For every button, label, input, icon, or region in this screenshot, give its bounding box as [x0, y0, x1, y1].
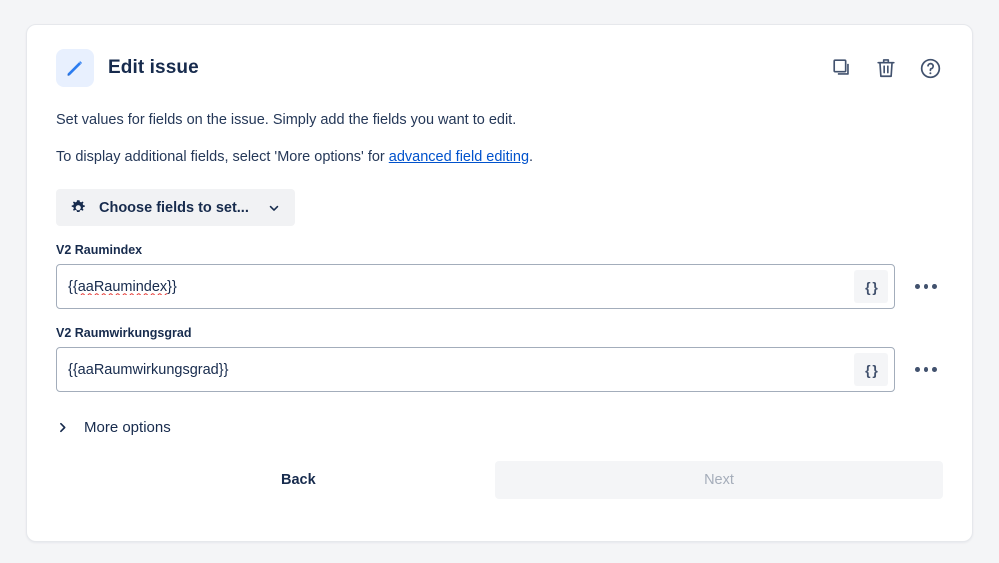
- raumwirkungsgrad-input-wrap[interactable]: {{aaRaumwirkungsgrad}} { }: [56, 347, 895, 393]
- value-spellchecked: aaRaumindex: [77, 278, 168, 295]
- card-header: Edit issue: [56, 25, 943, 91]
- header-actions: [829, 55, 943, 81]
- raumindex-input-wrap[interactable]: {{aaRaumindex}} { }: [56, 264, 895, 310]
- page-title: Edit issue: [108, 57, 199, 78]
- back-button[interactable]: Back: [261, 460, 336, 500]
- app-background: Edit issue Set values for fields on the …: [0, 0, 999, 563]
- ellipsis-dot: [923, 284, 929, 290]
- ellipsis-dot: [923, 367, 929, 373]
- chevron-down-icon: [267, 201, 281, 215]
- choose-fields-label: Choose fields to set...: [99, 199, 249, 216]
- advanced-field-editing-link[interactable]: advanced field editing: [389, 149, 529, 165]
- description-line-2: To display additional fields, select 'Mo…: [56, 148, 943, 168]
- description-line-1: Set values for fields on the issue. Simp…: [56, 112, 517, 128]
- card-footer: Back Next: [56, 460, 943, 500]
- field-raumwirkungsgrad: V2 Raumwirkungsgrad {{aaRaumwirkungsgrad…: [56, 326, 943, 393]
- ellipsis-dot: [915, 284, 920, 290]
- field-row: {{aaRaumindex}} { }: [56, 264, 943, 310]
- help-icon[interactable]: [917, 55, 943, 81]
- description-line-2-suffix: .: [529, 148, 534, 165]
- raumindex-input[interactable]: {{aaRaumindex}}: [68, 279, 854, 295]
- braces-button[interactable]: { }: [854, 353, 888, 387]
- ellipsis-dot: [932, 367, 938, 373]
- more-options-toggle[interactable]: More options: [56, 419, 171, 436]
- edit-issue-card: Edit issue Set values for fields on the …: [26, 24, 973, 542]
- field-more-button[interactable]: [909, 270, 943, 304]
- duplicate-icon[interactable]: [829, 55, 855, 81]
- braces-button[interactable]: { }: [854, 270, 888, 304]
- field-row: {{aaRaumwirkungsgrad}} { }: [56, 347, 943, 393]
- ellipsis-dot: [915, 367, 920, 373]
- description-line-2-prefix: To display additional fields, select 'Mo…: [56, 148, 389, 165]
- choose-fields-button[interactable]: Choose fields to set...: [56, 189, 295, 227]
- more-options-label: More options: [84, 419, 171, 437]
- field-raumindex: V2 Raumindex {{aaRaumindex}} { }: [56, 243, 943, 310]
- next-button[interactable]: Next: [495, 461, 943, 500]
- gear-icon: [69, 198, 88, 217]
- value-suffix: }}: [167, 278, 177, 295]
- value-prefix: {{: [68, 278, 78, 295]
- ellipsis-dot: [932, 284, 938, 290]
- pencil-icon: [56, 49, 94, 87]
- raumwirkungsgrad-input[interactable]: {{aaRaumwirkungsgrad}}: [68, 362, 854, 378]
- field-more-button[interactable]: [909, 353, 943, 387]
- chevron-right-icon: [56, 421, 69, 434]
- trash-icon[interactable]: [873, 55, 899, 81]
- field-label: V2 Raumindex: [56, 243, 143, 258]
- field-label: V2 Raumwirkungsgrad: [56, 326, 192, 341]
